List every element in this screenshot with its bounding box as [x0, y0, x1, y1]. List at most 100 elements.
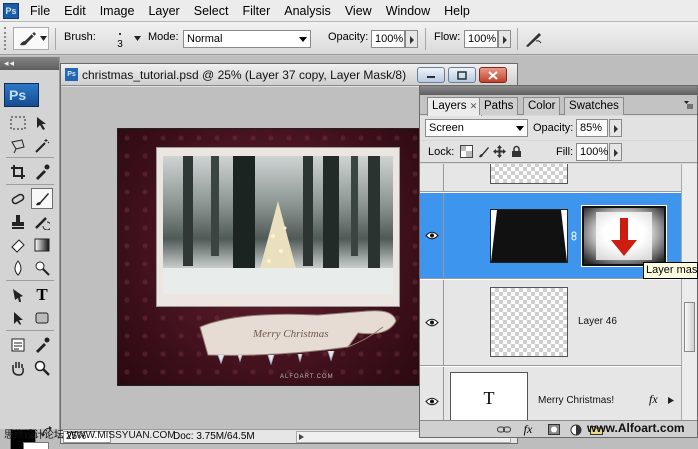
blur-tool[interactable]	[7, 257, 29, 278]
layer-row[interactable]: T Merry Christmas! fx	[420, 367, 681, 420]
layer-effects-icon[interactable]: fx	[649, 392, 658, 407]
visibility-eye[interactable]	[423, 316, 441, 329]
tool-preset-picker[interactable]	[13, 27, 49, 50]
eyedropper-tool[interactable]	[31, 334, 53, 355]
minimize-button[interactable]	[417, 67, 445, 83]
scrollbar-thumb[interactable]	[684, 302, 695, 352]
panel-menu-icon[interactable]	[684, 101, 693, 109]
menu-help[interactable]: Help	[437, 0, 477, 22]
menu-select[interactable]: Select	[187, 0, 236, 22]
menu-analysis[interactable]: Analysis	[277, 0, 338, 22]
gradient-tool[interactable]	[31, 234, 53, 255]
eye-icon	[425, 397, 439, 406]
stamp-tool[interactable]	[7, 211, 29, 232]
visibility-column[interactable]	[420, 164, 444, 191]
lasso-icon	[11, 138, 25, 153]
close-button[interactable]	[479, 67, 507, 83]
shape-tool[interactable]	[31, 307, 53, 328]
flow-input[interactable]: 100%	[464, 30, 498, 48]
visibility-eye[interactable]	[423, 395, 441, 408]
tab-swatches[interactable]: Swatches	[564, 97, 624, 115]
artwork-credit: ALFOART.COM	[280, 374, 334, 380]
layer-opacity-slider-button[interactable]	[609, 119, 622, 137]
menu-edit[interactable]: Edit	[57, 0, 93, 22]
layer-opacity-input[interactable]: 85%	[576, 119, 608, 137]
toolbox-collapse-handle[interactable]: ◂◂	[0, 57, 59, 70]
add-layer-mask-button[interactable]	[546, 423, 562, 436]
tab-color[interactable]: Color	[523, 97, 561, 115]
layer-name[interactable]: Merry Christmas!	[538, 395, 614, 406]
eraser-tool[interactable]	[7, 234, 29, 255]
lock-pixels-icon[interactable]	[477, 145, 490, 158]
layer-row[interactable]	[420, 164, 681, 192]
document-size-info[interactable]: Doc: 3.75M/64.5M	[173, 431, 255, 443]
history-brush-tool[interactable]	[31, 211, 53, 232]
lock-transparent-icon[interactable]	[460, 145, 473, 158]
tab-close-icon[interactable]: ✕	[470, 101, 478, 111]
hand-tool[interactable]	[7, 357, 29, 378]
mode-select[interactable]: Normal	[183, 30, 311, 48]
slice-tool[interactable]	[31, 161, 53, 182]
visibility-eye[interactable]	[423, 229, 441, 242]
history-brush-icon	[35, 216, 50, 230]
layer-row-selected[interactable]	[420, 193, 681, 279]
layers-scrollbar[interactable]	[681, 164, 697, 420]
expand-effects-icon[interactable]	[668, 397, 674, 404]
layer-list[interactable]: Layer 46 T Merry Christmas! fx	[420, 164, 681, 420]
opacity-slider-button[interactable]	[405, 30, 418, 48]
lock-position-icon[interactable]	[493, 145, 506, 158]
tab-paths[interactable]: Paths	[479, 97, 519, 115]
menu-layer[interactable]: Layer	[141, 0, 186, 22]
menu-bar: Ps File Edit Image Layer Select Filter A…	[0, 0, 698, 22]
blend-mode-select[interactable]: Screen	[425, 119, 528, 137]
layer-mask-thumbnail[interactable]	[581, 205, 667, 267]
brush-size-picker[interactable]: 3	[106, 28, 134, 50]
move-tool[interactable]	[31, 112, 53, 133]
path-select-tool[interactable]	[7, 307, 29, 328]
pen-tool[interactable]	[7, 284, 29, 305]
visibility-column[interactable]	[420, 367, 444, 420]
menu-filter[interactable]: Filter	[235, 0, 277, 22]
eraser-icon	[11, 238, 25, 253]
scroll-right-icon[interactable]	[299, 434, 304, 440]
background-color-swatch[interactable]	[23, 442, 49, 449]
fill-input[interactable]: 100%	[576, 143, 608, 161]
document-icon: Ps	[65, 68, 78, 81]
toolbox-divider	[6, 184, 54, 185]
fill-slider-button[interactable]	[609, 143, 622, 161]
flow-slider-button[interactable]	[498, 30, 511, 48]
add-layer-style-button[interactable]: fx	[520, 422, 536, 436]
healing-tool[interactable]	[7, 188, 29, 209]
brush-picker-chevron-icon[interactable]	[134, 36, 141, 41]
menu-file[interactable]: File	[23, 0, 57, 22]
crop-tool[interactable]	[7, 161, 29, 182]
mode-label: Mode:	[148, 31, 179, 43]
menu-window[interactable]: Window	[379, 0, 437, 22]
tab-layers[interactable]: Layers ✕	[427, 97, 483, 116]
layer-name[interactable]: Layer 46	[578, 316, 617, 327]
dodge-tool[interactable]	[31, 257, 53, 278]
mask-link-icon[interactable]	[571, 231, 577, 241]
airbrush-toggle[interactable]	[522, 28, 546, 50]
tab-layers-label: Layers	[432, 100, 467, 112]
menu-image[interactable]: Image	[93, 0, 142, 22]
new-adjustment-layer-button[interactable]	[568, 423, 584, 436]
options-bar-grip[interactable]	[4, 27, 8, 50]
mask-preview	[584, 208, 664, 264]
panel-drag-strip[interactable]	[420, 86, 697, 95]
magic-wand-tool[interactable]	[31, 135, 53, 156]
restore-button[interactable]	[448, 67, 476, 83]
lock-all-icon[interactable]	[510, 145, 523, 158]
marquee-tool[interactable]	[7, 112, 29, 133]
watermark-right: www.Alfoart.com	[587, 421, 685, 435]
opacity-input[interactable]: 100%	[371, 30, 405, 48]
layer-row[interactable]: Layer 46	[420, 280, 681, 366]
lasso-tool[interactable]	[7, 135, 29, 156]
menu-view[interactable]: View	[338, 0, 379, 22]
brush-tool[interactable]	[31, 188, 53, 209]
zoom-tool[interactable]	[31, 357, 53, 378]
notes-tool[interactable]	[7, 334, 29, 355]
link-layers-button[interactable]	[496, 423, 512, 436]
type-tool[interactable]: T	[31, 284, 53, 305]
document-title-bar[interactable]: Ps christmas_tutorial.psd @ 25% (Layer 3…	[61, 64, 517, 86]
